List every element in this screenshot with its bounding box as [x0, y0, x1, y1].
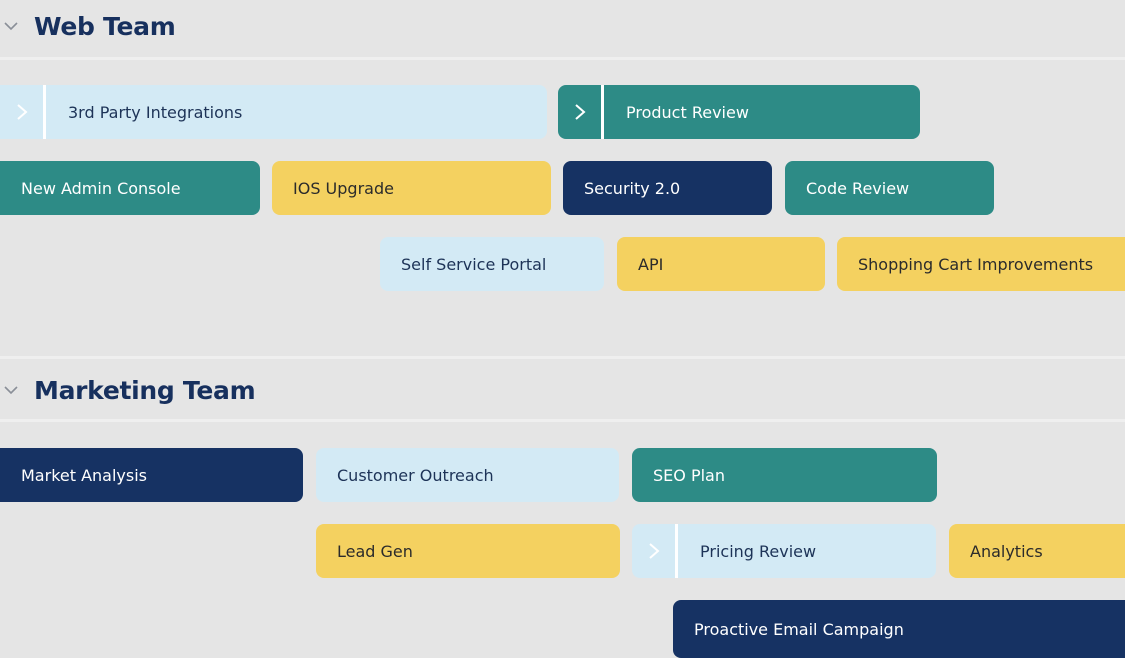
chevron-right-icon [648, 543, 660, 559]
divider [0, 356, 1125, 359]
task-bar-api[interactable]: API [617, 237, 825, 291]
task-label: Self Service Portal [401, 254, 547, 274]
chevron-right-icon [574, 104, 586, 120]
task-bar-new-admin-console[interactable]: New Admin Console [0, 161, 260, 215]
chevron-down-icon[interactable] [3, 18, 19, 34]
task-bar-proactive-email-campaign[interactable]: Proactive Email Campaign [673, 600, 1125, 658]
task-bar-ios-upgrade[interactable]: IOS Upgrade [272, 161, 551, 215]
task-label: Product Review [626, 102, 749, 122]
task-label: Shopping Cart Improvements [858, 254, 1094, 274]
expand-toggle[interactable] [632, 524, 678, 578]
divider [0, 57, 1125, 60]
task-bar-3rd-party-integrations[interactable]: 3rd Party Integrations [0, 85, 547, 139]
task-bar-lead-gen[interactable]: Lead Gen [316, 524, 620, 578]
task-label: 3rd Party Integrations [68, 102, 243, 122]
task-label: IOS Upgrade [293, 178, 394, 198]
chevron-down-icon[interactable] [3, 382, 19, 398]
task-bar-analytics[interactable]: Analytics [949, 524, 1125, 578]
task-bar-shopping-cart-improvements[interactable]: Shopping Cart Improvements [837, 237, 1125, 291]
task-label: Code Review [806, 178, 910, 198]
task-label: Security 2.0 [584, 178, 681, 198]
divider [0, 419, 1125, 422]
task-bar-customer-outreach[interactable]: Customer Outreach [316, 448, 619, 502]
group-header-web-team: Web Team [0, 0, 1125, 52]
group-header-marketing-team: Marketing Team [0, 364, 1125, 416]
task-label: Customer Outreach [337, 465, 494, 485]
task-label: SEO Plan [653, 465, 725, 485]
group-title: Web Team [34, 11, 176, 41]
task-label: New Admin Console [21, 178, 181, 198]
task-bar-code-review[interactable]: Code Review [785, 161, 994, 215]
task-bar-security-2[interactable]: Security 2.0 [563, 161, 772, 215]
task-bar-self-service-portal[interactable]: Self Service Portal [380, 237, 604, 291]
task-bar-seo-plan[interactable]: SEO Plan [632, 448, 937, 502]
task-bar-product-review[interactable]: Product Review [558, 85, 920, 139]
task-label: Pricing Review [700, 541, 817, 561]
task-label: Lead Gen [337, 541, 413, 561]
task-bar-pricing-review[interactable]: Pricing Review [632, 524, 936, 578]
expand-toggle[interactable] [0, 85, 46, 139]
task-label: Market Analysis [21, 465, 148, 485]
group-title: Marketing Team [34, 375, 256, 405]
task-label: Proactive Email Campaign [694, 619, 904, 639]
chevron-right-icon [16, 104, 28, 120]
task-label: Analytics [970, 541, 1043, 561]
expand-toggle[interactable] [558, 85, 604, 139]
task-bar-market-analysis[interactable]: Market Analysis [0, 448, 303, 502]
task-label: API [638, 254, 664, 274]
